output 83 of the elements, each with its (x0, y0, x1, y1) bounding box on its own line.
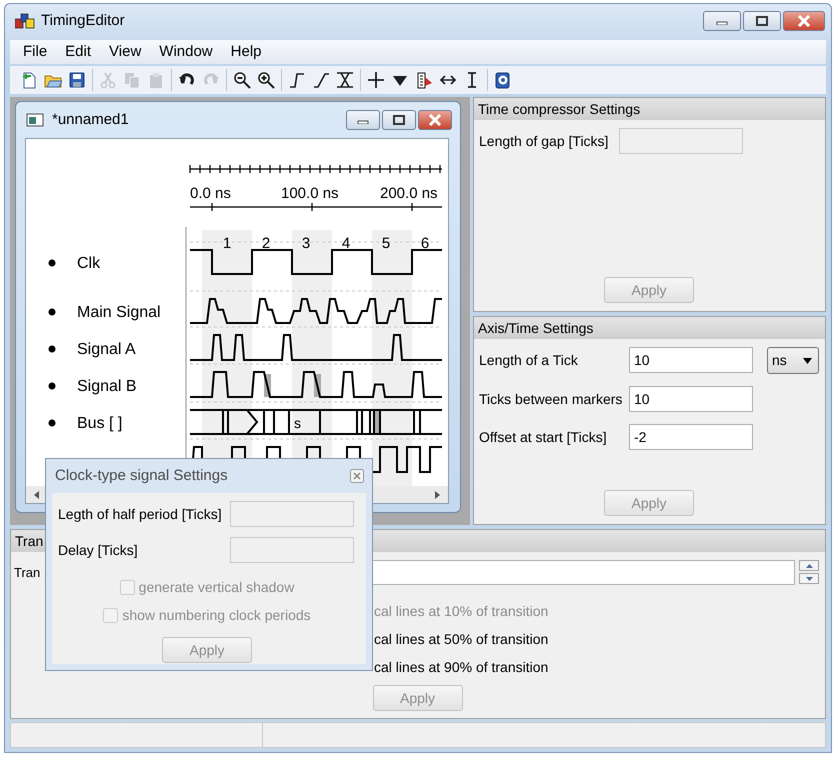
slope-icon (312, 71, 330, 89)
up-arrow-icon (806, 564, 812, 568)
checkbox-label: generate vertical shadow (138, 578, 294, 597)
field-label: Length of a Tick (479, 351, 579, 370)
close-button[interactable] (418, 110, 452, 130)
bullet-icon (48, 346, 56, 352)
zoom-out-icon (233, 71, 251, 89)
close-button[interactable] (350, 468, 364, 483)
signal-label: Signal B (77, 378, 137, 395)
scissors-icon (99, 71, 117, 89)
menu-item[interactable]: File (14, 40, 56, 64)
field-label: Offset at start [Ticks] (479, 428, 608, 447)
maximize-button[interactable] (382, 110, 416, 130)
bullet-icon (48, 260, 56, 266)
signal-label: Clk (77, 255, 100, 272)
minimize-button[interactable] (346, 110, 380, 130)
plus-icon (367, 71, 385, 89)
scroll-left-icon (34, 490, 40, 498)
caret-icon (803, 358, 812, 364)
bullet-icon (48, 420, 56, 426)
minimize-button[interactable] (703, 11, 741, 31)
document-title: *unnamed1 (52, 110, 129, 130)
option-label[interactable]: cal lines at 90% of transition (374, 659, 548, 675)
scroll-right-icon (434, 490, 440, 498)
field-label: Tran (14, 564, 40, 582)
help-icon (494, 71, 512, 89)
copy-icon (123, 71, 141, 89)
field-label: Length of gap [Ticks] (479, 132, 610, 151)
spin-down-button[interactable] (799, 573, 819, 584)
plus-button[interactable] (366, 69, 386, 91)
maximize-button[interactable] (743, 11, 781, 31)
field-label: Delay [Ticks] (58, 541, 139, 560)
menu-item[interactable]: View (100, 40, 150, 64)
clipboard-icon (147, 71, 165, 89)
maximize-icon (756, 16, 768, 26)
app-icon (15, 13, 35, 29)
zoom-out-button[interactable] (232, 69, 252, 91)
marker-icon (415, 71, 433, 89)
field-label: Ticks between markers (479, 390, 624, 409)
option-label[interactable]: cal lines at 50% of transition (374, 631, 548, 647)
zoom-in-button[interactable] (256, 69, 276, 91)
input-field[interactable]: 10 (629, 386, 753, 412)
bus-value: s (294, 415, 301, 431)
dialog-title: Clock-type signal Settings (55, 466, 228, 486)
spin-up-button[interactable] (799, 560, 819, 571)
panel-title: Time compressor Settings (478, 101, 640, 117)
clock-period-number: 4 (342, 235, 350, 252)
clock-period-number: 5 (382, 235, 390, 252)
bullet-icon (48, 308, 56, 316)
panel-title: Axis/Time Settings (478, 320, 594, 336)
clock-period-number: 1 (222, 235, 232, 252)
document-icon (26, 113, 44, 127)
axis-label: 0.0 ns (190, 185, 231, 202)
checkbox-label: show numbering clock periods (122, 606, 311, 625)
clock-period-number: 2 (262, 235, 270, 252)
signal-label: Signal A (77, 341, 136, 358)
close-icon (428, 114, 442, 126)
axis-label: 100.0 ns (281, 185, 339, 202)
menu-item[interactable]: Edit (56, 40, 100, 64)
signal-label: Bus [ ] (77, 415, 122, 432)
zoom-in-icon (257, 71, 275, 89)
new-file-icon (20, 71, 38, 89)
maximize-icon (393, 115, 405, 125)
panel-title: Tran (15, 533, 44, 549)
save-icon (68, 71, 86, 89)
signal-label: Main Signal (77, 304, 161, 321)
menu-item[interactable]: Help (222, 40, 270, 64)
axis-label: 200.0 ns (380, 185, 438, 202)
bus-cross-icon (336, 71, 354, 89)
close-button[interactable] (783, 11, 825, 31)
input-field[interactable]: 10 (629, 347, 753, 373)
menu-item[interactable]: Window (150, 40, 222, 64)
field-label: Legth of half period [Ticks] (58, 505, 223, 524)
clock-period-number: 3 (302, 235, 310, 252)
down-arrow-icon (806, 576, 812, 580)
input-field[interactable]: -2 (629, 424, 753, 450)
bus-cross-button[interactable] (335, 69, 355, 91)
unit-dropdown[interactable]: ns (767, 347, 819, 374)
clock-period-number: 6 (420, 235, 430, 252)
bullet-icon (48, 382, 56, 390)
window-title: TimingEditor (41, 10, 125, 31)
rising-edge-icon (288, 71, 306, 89)
close-icon (797, 15, 811, 27)
